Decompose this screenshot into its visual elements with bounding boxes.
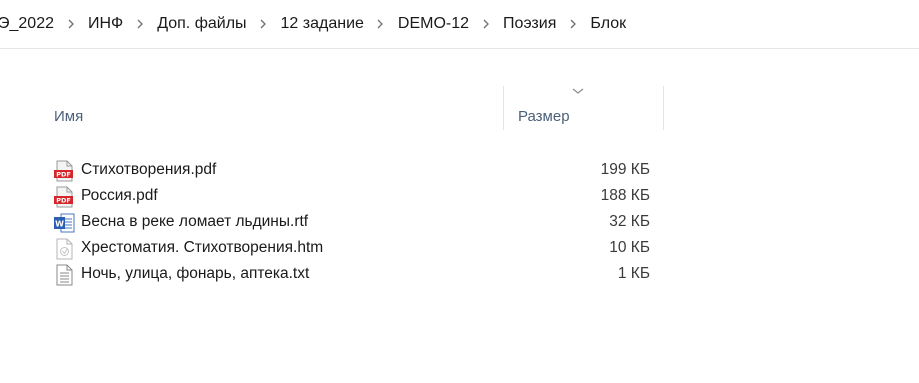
sort-chevron-down-icon [572, 88, 584, 94]
file-size: 199 КБ [600, 161, 650, 178]
file-row[interactable]: PDF Россия.pdf 188 КБ [0, 184, 680, 210]
svg-text:W: W [55, 220, 64, 229]
file-row[interactable]: Хрестоматия. Стихотворения.htm 10 КБ [0, 236, 680, 262]
breadcrumb-item-extra-files[interactable]: Доп. файлы [155, 15, 248, 33]
breadcrumb-item-exam-2022[interactable]: Э_2022 [0, 15, 56, 33]
file-name: Стихотворения.pdf [81, 161, 217, 178]
html-document-icon [56, 238, 73, 260]
file-row[interactable]: PDF Стихотворения.pdf 199 КБ [0, 158, 680, 184]
chevron-right-icon[interactable] [56, 19, 86, 29]
file-row[interactable]: Ночь, улица, фонарь, аптека.txt 1 КБ [0, 262, 680, 288]
column-divider[interactable] [503, 86, 504, 130]
file-list: PDF Стихотворения.pdf 199 КБ PDF Россия.… [0, 158, 919, 288]
chevron-right-icon[interactable] [249, 19, 279, 29]
svg-text:PDF: PDF [56, 171, 71, 179]
file-size: 10 КБ [609, 239, 650, 256]
chevron-right-icon[interactable] [125, 19, 155, 29]
file-row[interactable]: W Весна в реке ломает льдины.rtf 32 КБ [0, 210, 680, 236]
breadcrumb-item-blok[interactable]: Блок [588, 15, 628, 33]
address-bar[interactable]: Э_2022 ИНФ Доп. файлы 12 задание DEMO-12… [0, 0, 919, 49]
file-size: 1 КБ [617, 265, 650, 282]
breadcrumb-item-task-12[interactable]: 12 задание [279, 15, 366, 33]
column-divider[interactable] [663, 86, 664, 130]
column-header-size[interactable]: Размер [518, 108, 570, 125]
pdf-icon: PDF [54, 186, 73, 208]
file-size: 188 КБ [600, 187, 650, 204]
breadcrumb-item-poetry[interactable]: Поэзия [501, 15, 558, 33]
breadcrumb-item-inf[interactable]: ИНФ [86, 15, 125, 33]
column-header-name[interactable]: Имя [54, 108, 83, 125]
breadcrumb-item-demo-12[interactable]: DEMO-12 [396, 15, 471, 33]
word-document-icon: W [54, 213, 75, 233]
column-header-row: Имя Размер [0, 80, 919, 130]
file-name: Весна в реке ломает льдины.rtf [81, 213, 309, 230]
file-size: 32 КБ [609, 213, 650, 230]
breadcrumb: Э_2022 ИНФ Доп. файлы 12 задание DEMO-12… [0, 0, 628, 48]
svg-text:PDF: PDF [56, 197, 71, 205]
chevron-right-icon[interactable] [366, 19, 396, 29]
pdf-icon: PDF [54, 160, 73, 182]
text-document-icon [56, 264, 73, 286]
file-name: Хрестоматия. Стихотворения.htm [81, 239, 324, 256]
chevron-right-icon[interactable] [471, 19, 501, 29]
file-name: Россия.pdf [81, 187, 158, 204]
file-name: Ночь, улица, фонарь, аптека.txt [81, 265, 310, 282]
chevron-right-icon[interactable] [558, 19, 588, 29]
